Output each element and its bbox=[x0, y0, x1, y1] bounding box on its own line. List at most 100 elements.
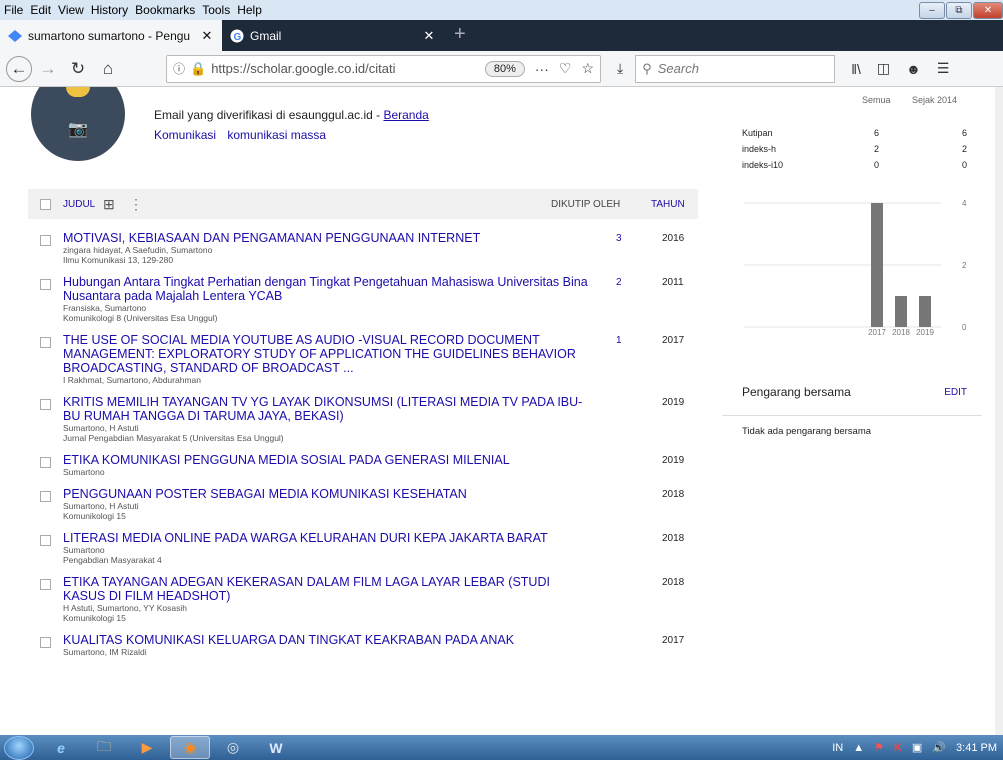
camera-icon[interactable]: 📷 bbox=[68, 119, 88, 139]
article-checkbox[interactable] bbox=[40, 279, 51, 290]
sort-year-header[interactable]: TAHUN bbox=[651, 199, 685, 210]
stats-col-all: Semua bbox=[862, 95, 891, 105]
chart-bar[interactable] bbox=[895, 296, 907, 327]
article-checkbox[interactable] bbox=[40, 337, 51, 348]
article-checkbox[interactable] bbox=[40, 491, 51, 502]
article-row: ETIKA TAYANGAN ADEGAN KEKERASAN DALAM FI… bbox=[28, 575, 698, 623]
word-taskbar-icon[interactable]: W bbox=[256, 736, 296, 759]
pocket-icon[interactable]: ♡ bbox=[559, 60, 572, 77]
article-checkbox[interactable] bbox=[40, 399, 51, 410]
verified-text: Email yang diverifikasi di esaunggul.ac.… bbox=[154, 108, 384, 122]
chrome-taskbar-icon[interactable]: ◎ bbox=[213, 736, 253, 759]
article-title-link[interactable]: Hubungan Antara Tingkat Perhatian dengan… bbox=[63, 275, 588, 303]
back-button[interactable]: ← bbox=[6, 55, 32, 82]
menu-help[interactable]: Help bbox=[237, 3, 262, 17]
menu-icon[interactable]: ☰ bbox=[937, 60, 950, 77]
url-text[interactable]: https://scholar.google.co.id/citati bbox=[211, 61, 481, 76]
add-article-icon[interactable]: ⊞ bbox=[103, 196, 129, 213]
clock[interactable]: 3:41 PM bbox=[956, 742, 997, 754]
article-authors: Sumartono, IM Rizaldi bbox=[63, 647, 147, 657]
article-title-link[interactable]: ETIKA KOMUNIKASI PENGGUNA MEDIA SOSIAL P… bbox=[63, 453, 588, 467]
maximize-button[interactable]: ⧉ bbox=[946, 2, 972, 19]
article-checkbox[interactable] bbox=[40, 535, 51, 546]
article-authors: zingara hidayat, A Saefudin, Sumartono bbox=[63, 245, 213, 255]
info-icon[interactable]: ⓘ bbox=[173, 60, 185, 77]
edit-coauthors-button[interactable]: EDIT bbox=[944, 387, 967, 398]
more-options-icon[interactable]: ⋮ bbox=[129, 196, 149, 213]
article-cited-by-link[interactable]: 1 bbox=[616, 335, 622, 346]
article-authors: Fransiska, Sumartono bbox=[63, 303, 147, 313]
menu-bookmarks[interactable]: Bookmarks bbox=[135, 3, 195, 17]
interest-link[interactable]: komunikasi massa bbox=[227, 128, 326, 142]
home-button[interactable]: ⌂ bbox=[94, 55, 122, 83]
article-title-link[interactable]: PENGGUNAAN POSTER SEBAGAI MEDIA KOMUNIKA… bbox=[63, 487, 588, 501]
flag-icon[interactable]: ⚑ bbox=[874, 741, 884, 754]
zoom-level[interactable]: 80% bbox=[484, 60, 525, 77]
media-player-taskbar-icon[interactable]: ▶ bbox=[127, 736, 167, 759]
language-indicator[interactable]: IN bbox=[832, 742, 843, 754]
menu-edit[interactable]: Edit bbox=[30, 3, 51, 17]
menu-file[interactable]: File bbox=[4, 3, 23, 17]
article-checkbox[interactable] bbox=[40, 235, 51, 246]
url-bar[interactable]: ⓘ 🔒 https://scholar.google.co.id/citati … bbox=[166, 54, 601, 83]
network-icon[interactable]: ▣ bbox=[912, 741, 922, 754]
homepage-link[interactable]: Beranda bbox=[383, 108, 428, 122]
start-button[interactable] bbox=[0, 735, 38, 760]
close-tab-icon[interactable]: ✕ bbox=[422, 28, 436, 44]
sort-cited-by-header[interactable]: DIKUTIP OLEH bbox=[551, 199, 620, 210]
bookmark-star-icon[interactable]: ☆ bbox=[581, 60, 594, 77]
article-year: 2017 bbox=[662, 635, 685, 646]
volume-icon[interactable]: 🔊 bbox=[932, 741, 946, 754]
tray-expand-icon[interactable]: ▲ bbox=[853, 742, 864, 754]
stat-label[interactable]: indeks-i10 bbox=[742, 160, 783, 170]
tab-gmail[interactable]: G Gmail ✕ bbox=[222, 20, 444, 51]
new-tab-icon[interactable]: + bbox=[454, 20, 466, 51]
article-cited-by-link[interactable]: 3 bbox=[616, 233, 622, 244]
article-title-link[interactable]: KRITIS MEMILIH TAYANGAN TV YG LAYAK DIKO… bbox=[63, 395, 588, 423]
menu-view[interactable]: View bbox=[58, 3, 84, 17]
chart-bar[interactable] bbox=[919, 296, 931, 327]
tab-title: sumartono sumartono - Pengu bbox=[28, 28, 191, 43]
antivirus-icon[interactable]: K bbox=[894, 742, 902, 754]
avatar[interactable]: 📷 bbox=[31, 87, 125, 161]
minimize-button[interactable]: – bbox=[919, 2, 945, 19]
reload-button[interactable]: ↻ bbox=[64, 55, 92, 83]
download-icon[interactable]: ⤓ bbox=[617, 60, 623, 77]
article-row: PENGGUNAAN POSTER SEBAGAI MEDIA KOMUNIKA… bbox=[28, 487, 698, 521]
article-year: 2018 bbox=[662, 533, 685, 544]
explorer-taskbar-icon[interactable]: 🗀 bbox=[84, 736, 124, 759]
stat-since: 0 bbox=[962, 160, 968, 170]
stat-label[interactable]: indeks-h bbox=[742, 144, 776, 154]
search-input[interactable]: ⚲ Search bbox=[635, 54, 836, 83]
account-icon[interactable]: ☻ bbox=[906, 61, 921, 77]
ie-taskbar-icon[interactable]: e bbox=[41, 736, 81, 759]
menu-tools[interactable]: Tools bbox=[202, 3, 230, 17]
close-tab-icon[interactable]: ✕ bbox=[200, 28, 214, 44]
menu-history[interactable]: History bbox=[91, 3, 128, 17]
sort-title-header[interactable]: JUDUL bbox=[63, 199, 103, 210]
article-checkbox[interactable] bbox=[40, 457, 51, 468]
article-checkbox[interactable] bbox=[40, 579, 51, 590]
article-title-link[interactable]: ETIKA TAYANGAN ADEGAN KEKERASAN DALAM FI… bbox=[63, 575, 588, 603]
article-title-link[interactable]: LITERASI MEDIA ONLINE PADA WARGA KELURAH… bbox=[63, 531, 588, 545]
citations-bar-chart: 4 2 0 2017 2018 2019 bbox=[744, 199, 967, 337]
article-title-link[interactable]: KUALITAS KOMUNIKASI KELUARGA DAN TINGKAT… bbox=[63, 633, 588, 647]
article-cited-by-link[interactable]: 2 bbox=[616, 277, 622, 288]
stat-all: 6 bbox=[874, 128, 880, 138]
article-title-link[interactable]: MOTIVASI, KEBIASAAN DAN PENGAMANAN PENGG… bbox=[63, 231, 588, 245]
stat-label[interactable]: Kutipan bbox=[742, 128, 773, 138]
tab-scholar[interactable]: sumartono sumartono - Pengu ✕ bbox=[0, 20, 222, 51]
article-title-link[interactable]: THE USE OF SOCIAL MEDIA YOUTUBE AS AUDIO… bbox=[63, 333, 588, 375]
page-scrollbar[interactable] bbox=[995, 87, 1003, 735]
verified-email: Email yang diverifikasi di esaunggul.ac.… bbox=[154, 108, 429, 122]
sidebar-icon[interactable]: ◫ bbox=[877, 60, 890, 77]
article-checkbox[interactable] bbox=[40, 637, 51, 648]
firefox-taskbar-icon[interactable]: ◉ bbox=[170, 736, 210, 759]
close-window-button[interactable]: ✕ bbox=[973, 2, 1003, 19]
interest-link[interactable]: Komunikasi bbox=[154, 128, 216, 142]
forward-button[interactable]: → bbox=[34, 55, 62, 83]
library-icon[interactable]: ‖\ bbox=[851, 61, 861, 77]
select-all-checkbox[interactable] bbox=[40, 198, 51, 210]
chart-bar[interactable] bbox=[871, 203, 883, 327]
page-actions-icon[interactable]: ··· bbox=[535, 61, 549, 77]
